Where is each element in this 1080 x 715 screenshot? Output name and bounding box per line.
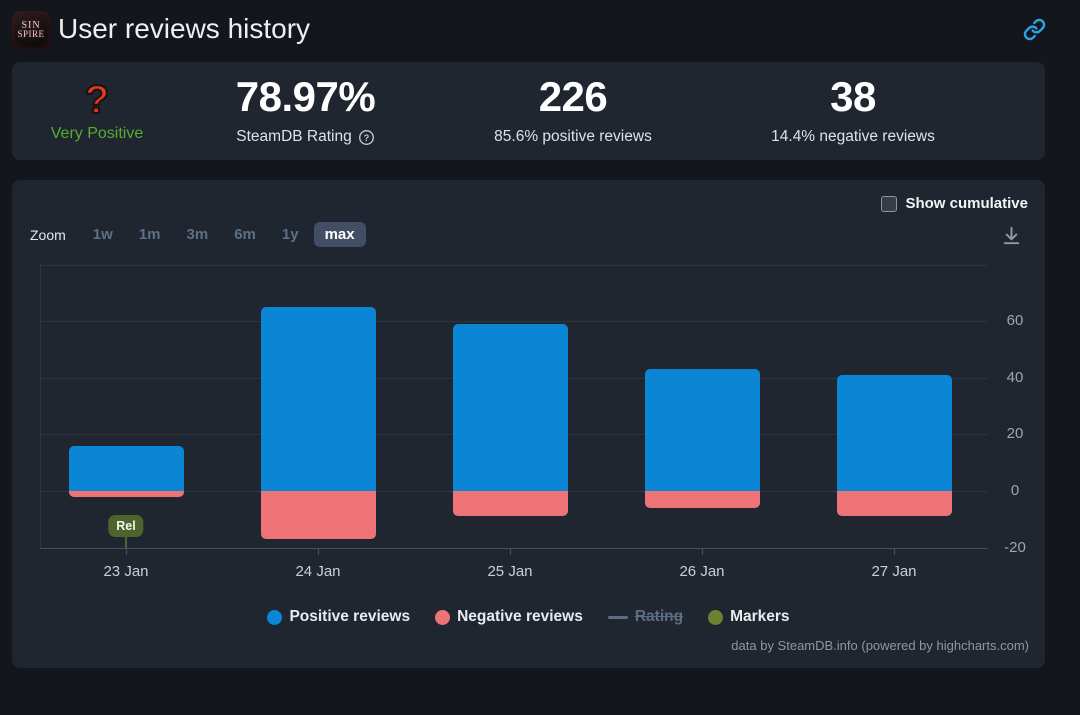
svg-text:?: ? <box>363 132 369 142</box>
positive-bar[interactable] <box>69 446 184 491</box>
negative-bar[interactable] <box>645 491 760 508</box>
legend-item-label: Positive reviews <box>289 608 410 626</box>
game-icon[interactable]: SIN SPIRE <box>12 11 50 49</box>
page-header: SIN SPIRE User reviews history <box>0 0 1080 60</box>
legend-dot-marker <box>267 610 282 625</box>
stat-negative-reviews: 38 14.4% negative reviews <box>717 62 989 160</box>
release-marker-stem <box>125 537 127 548</box>
x-axis-label: 25 Jan <box>465 563 555 580</box>
page-title: User reviews history <box>58 13 310 45</box>
link-icon <box>1023 18 1046 41</box>
y-axis-line <box>40 264 41 548</box>
negative-bar[interactable] <box>837 491 952 516</box>
help-icon[interactable]: ? <box>358 129 375 146</box>
negative-bar[interactable] <box>69 491 184 497</box>
review-stats-panel: ? Very Positive 78.97% SteamDB Rating ? … <box>12 62 1045 160</box>
negative-count: 38 <box>830 76 876 118</box>
stat-positive-reviews: 226 85.6% positive reviews <box>429 62 717 160</box>
positive-bar[interactable] <box>261 307 376 491</box>
x-axis-label: 24 Jan <box>273 563 363 580</box>
legend-item-label: Markers <box>730 608 789 626</box>
positive-bar[interactable] <box>453 324 568 491</box>
permalink-button[interactable] <box>1023 18 1047 42</box>
x-axis-tick <box>126 549 127 555</box>
positive-count: 226 <box>539 76 608 118</box>
x-axis-tick <box>894 549 895 555</box>
steamdb-reviews-page: { "header": { "title": "User reviews his… <box>0 0 1080 715</box>
chart-attribution: data by SteamDB.info (powered by highcha… <box>731 638 1029 653</box>
positive-bar[interactable] <box>837 375 952 491</box>
gridline-60 <box>40 321 988 322</box>
gridline-80 <box>40 265 988 266</box>
x-axis-label: 26 Jan <box>657 563 747 580</box>
negative-percent-label: 14.4% negative reviews <box>771 128 935 146</box>
steamdb-rating-label: SteamDB Rating <box>236 128 351 146</box>
x-axis-tick <box>702 549 703 555</box>
x-axis-label: 23 Jan <box>81 563 171 580</box>
steamdb-rating-value: 78.97% <box>236 76 375 118</box>
legend-item-label: Negative reviews <box>457 608 583 626</box>
legend-line-marker <box>608 616 628 619</box>
game-icon-text: SPIRE <box>17 30 44 39</box>
x-axis-label: 27 Jan <box>849 563 939 580</box>
negative-bar[interactable] <box>261 491 376 539</box>
x-axis-tick <box>510 549 511 555</box>
legend-item-label: Rating <box>635 608 683 626</box>
y-axis-tick-label: 40 <box>992 369 1038 386</box>
positive-bar[interactable] <box>645 369 760 491</box>
positive-percent-label: 85.6% positive reviews <box>494 128 652 146</box>
legend-item-positive-reviews[interactable]: Positive reviews <box>267 608 410 626</box>
legend-dot-marker <box>708 610 723 625</box>
chart-legend: Positive reviews Negative reviews Rating Ma… <box>12 608 1045 626</box>
chart-panel: Show cumulative Zoom 1w1m3m6m1ymax 60402… <box>12 180 1045 668</box>
stat-steamdb-rating: 78.97% SteamDB Rating ? <box>182 62 429 160</box>
chart-plot-area: 60 40 20 0 -20 23 Jan 24 Jan 25 Jan 26 Jan 27 Jan… <box>12 180 1045 668</box>
y-axis-tick-label: 20 <box>992 425 1038 442</box>
legend-item-rating[interactable]: Rating <box>608 608 683 626</box>
y-axis-tick-label: -20 <box>992 539 1038 556</box>
x-axis-line <box>40 548 988 549</box>
y-axis-tick-label: 60 <box>992 312 1038 329</box>
stat-rating-summary: ? Very Positive <box>12 62 182 160</box>
legend-item-negative-reviews[interactable]: Negative reviews <box>435 608 583 626</box>
rating-question-icon: ? <box>85 80 109 120</box>
legend-item-markers[interactable]: Markers <box>708 608 789 626</box>
negative-bar[interactable] <box>453 491 568 516</box>
y-axis-tick-label: 0 <box>992 482 1038 499</box>
rating-summary-label: Very Positive <box>51 125 143 143</box>
x-axis-tick <box>318 549 319 555</box>
release-marker-badge[interactable]: Rel <box>108 515 143 537</box>
legend-dot-marker <box>435 610 450 625</box>
